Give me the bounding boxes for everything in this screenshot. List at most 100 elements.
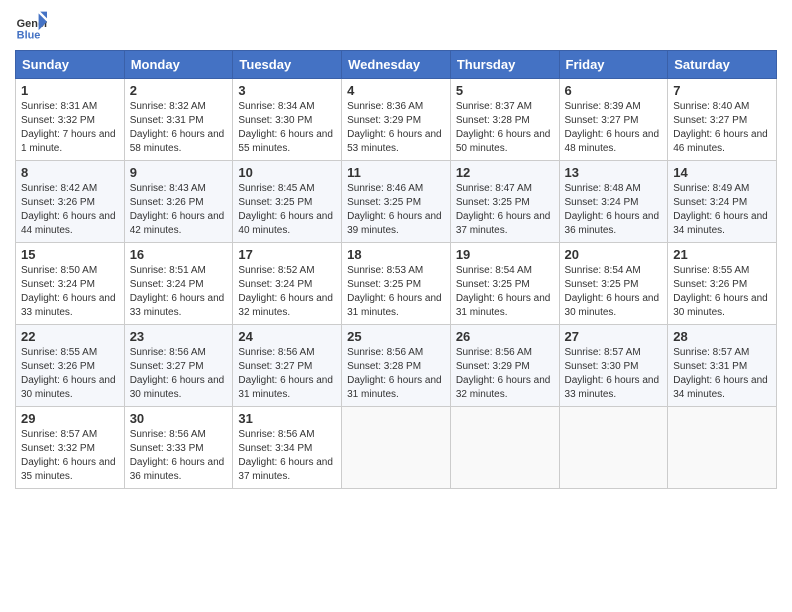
calendar-cell: 10 Sunrise: 8:45 AM Sunset: 3:25 PM Dayl…: [233, 161, 342, 243]
day-number: 13: [565, 165, 663, 180]
calendar-cell: 11 Sunrise: 8:46 AM Sunset: 3:25 PM Dayl…: [342, 161, 451, 243]
day-number: 15: [21, 247, 119, 262]
day-info: Sunrise: 8:56 AM Sunset: 3:28 PM Dayligh…: [347, 346, 445, 402]
day-info: Sunrise: 8:40 AM Sunset: 3:27 PM Dayligh…: [673, 100, 771, 156]
svg-text:Blue: Blue: [17, 30, 41, 42]
sunset-label: Sunset: 3:30 PM: [238, 115, 312, 126]
sunset-label: Sunset: 3:24 PM: [238, 279, 312, 290]
calendar-cell: 19 Sunrise: 8:54 AM Sunset: 3:25 PM Dayl…: [450, 243, 559, 325]
calendar-cell: [450, 407, 559, 489]
daylight-label: Daylight: 6 hours and 37 minutes.: [238, 457, 333, 482]
calendar-cell: 9 Sunrise: 8:43 AM Sunset: 3:26 PM Dayli…: [124, 161, 233, 243]
sunrise-label: Sunrise: 8:53 AM: [347, 265, 423, 276]
daylight-label: Daylight: 6 hours and 30 minutes.: [130, 375, 225, 400]
sunrise-label: Sunrise: 8:45 AM: [238, 183, 314, 194]
day-info: Sunrise: 8:57 AM Sunset: 3:32 PM Dayligh…: [21, 428, 119, 484]
calendar-cell: 1 Sunrise: 8:31 AM Sunset: 3:32 PM Dayli…: [16, 79, 125, 161]
sunset-label: Sunset: 3:30 PM: [565, 361, 639, 372]
sunrise-label: Sunrise: 8:47 AM: [456, 183, 532, 194]
weekday-header-monday: Monday: [124, 51, 233, 79]
sunrise-label: Sunrise: 8:52 AM: [238, 265, 314, 276]
day-info: Sunrise: 8:31 AM Sunset: 3:32 PM Dayligh…: [21, 100, 119, 156]
day-info: Sunrise: 8:52 AM Sunset: 3:24 PM Dayligh…: [238, 264, 336, 320]
sunset-label: Sunset: 3:28 PM: [456, 115, 530, 126]
day-info: Sunrise: 8:46 AM Sunset: 3:25 PM Dayligh…: [347, 182, 445, 238]
day-info: Sunrise: 8:42 AM Sunset: 3:26 PM Dayligh…: [21, 182, 119, 238]
day-number: 31: [238, 411, 336, 426]
sunrise-label: Sunrise: 8:37 AM: [456, 101, 532, 112]
sunrise-label: Sunrise: 8:42 AM: [21, 183, 97, 194]
calendar-cell: 12 Sunrise: 8:47 AM Sunset: 3:25 PM Dayl…: [450, 161, 559, 243]
day-number: 22: [21, 329, 119, 344]
day-info: Sunrise: 8:48 AM Sunset: 3:24 PM Dayligh…: [565, 182, 663, 238]
sunrise-label: Sunrise: 8:32 AM: [130, 101, 206, 112]
sunrise-label: Sunrise: 8:56 AM: [347, 347, 423, 358]
day-info: Sunrise: 8:55 AM Sunset: 3:26 PM Dayligh…: [673, 264, 771, 320]
day-number: 8: [21, 165, 119, 180]
day-number: 2: [130, 83, 228, 98]
daylight-label: Daylight: 6 hours and 31 minutes.: [456, 293, 551, 318]
calendar-cell: 18 Sunrise: 8:53 AM Sunset: 3:25 PM Dayl…: [342, 243, 451, 325]
sunset-label: Sunset: 3:34 PM: [238, 443, 312, 454]
daylight-label: Daylight: 6 hours and 44 minutes.: [21, 211, 116, 236]
weekday-header-saturday: Saturday: [668, 51, 777, 79]
sunset-label: Sunset: 3:26 PM: [673, 279, 747, 290]
daylight-label: Daylight: 6 hours and 33 minutes.: [565, 375, 660, 400]
sunset-label: Sunset: 3:24 PM: [21, 279, 95, 290]
day-number: 6: [565, 83, 663, 98]
sunset-label: Sunset: 3:25 PM: [456, 279, 530, 290]
day-info: Sunrise: 8:50 AM Sunset: 3:24 PM Dayligh…: [21, 264, 119, 320]
day-number: 4: [347, 83, 445, 98]
day-number: 1: [21, 83, 119, 98]
day-info: Sunrise: 8:39 AM Sunset: 3:27 PM Dayligh…: [565, 100, 663, 156]
sunrise-label: Sunrise: 8:56 AM: [238, 347, 314, 358]
sunset-label: Sunset: 3:31 PM: [130, 115, 204, 126]
day-info: Sunrise: 8:54 AM Sunset: 3:25 PM Dayligh…: [565, 264, 663, 320]
sunset-label: Sunset: 3:31 PM: [673, 361, 747, 372]
daylight-label: Daylight: 6 hours and 50 minutes.: [456, 129, 551, 154]
day-number: 23: [130, 329, 228, 344]
day-info: Sunrise: 8:45 AM Sunset: 3:25 PM Dayligh…: [238, 182, 336, 238]
day-number: 11: [347, 165, 445, 180]
daylight-label: Daylight: 6 hours and 30 minutes.: [21, 375, 116, 400]
calendar-cell: 2 Sunrise: 8:32 AM Sunset: 3:31 PM Dayli…: [124, 79, 233, 161]
calendar-cell: 25 Sunrise: 8:56 AM Sunset: 3:28 PM Dayl…: [342, 325, 451, 407]
sunrise-label: Sunrise: 8:34 AM: [238, 101, 314, 112]
weekday-header-tuesday: Tuesday: [233, 51, 342, 79]
calendar-cell: [342, 407, 451, 489]
calendar-cell: 16 Sunrise: 8:51 AM Sunset: 3:24 PM Dayl…: [124, 243, 233, 325]
sunrise-label: Sunrise: 8:57 AM: [673, 347, 749, 358]
daylight-label: Daylight: 7 hours and 1 minute.: [21, 129, 116, 154]
sunset-label: Sunset: 3:26 PM: [21, 361, 95, 372]
calendar-body: 1 Sunrise: 8:31 AM Sunset: 3:32 PM Dayli…: [16, 79, 777, 489]
calendar-week-1: 1 Sunrise: 8:31 AM Sunset: 3:32 PM Dayli…: [16, 79, 777, 161]
calendar-cell: 23 Sunrise: 8:56 AM Sunset: 3:27 PM Dayl…: [124, 325, 233, 407]
day-number: 27: [565, 329, 663, 344]
sunset-label: Sunset: 3:25 PM: [238, 197, 312, 208]
day-number: 21: [673, 247, 771, 262]
day-info: Sunrise: 8:53 AM Sunset: 3:25 PM Dayligh…: [347, 264, 445, 320]
daylight-label: Daylight: 6 hours and 32 minutes.: [238, 293, 333, 318]
daylight-label: Daylight: 6 hours and 33 minutes.: [21, 293, 116, 318]
daylight-label: Daylight: 6 hours and 31 minutes.: [347, 293, 442, 318]
day-info: Sunrise: 8:57 AM Sunset: 3:30 PM Dayligh…: [565, 346, 663, 402]
daylight-label: Daylight: 6 hours and 39 minutes.: [347, 211, 442, 236]
calendar-week-2: 8 Sunrise: 8:42 AM Sunset: 3:26 PM Dayli…: [16, 161, 777, 243]
day-info: Sunrise: 8:56 AM Sunset: 3:27 PM Dayligh…: [130, 346, 228, 402]
calendar-cell: 21 Sunrise: 8:55 AM Sunset: 3:26 PM Dayl…: [668, 243, 777, 325]
sunset-label: Sunset: 3:32 PM: [21, 443, 95, 454]
sunrise-label: Sunrise: 8:48 AM: [565, 183, 641, 194]
sunset-label: Sunset: 3:29 PM: [347, 115, 421, 126]
calendar-cell: 15 Sunrise: 8:50 AM Sunset: 3:24 PM Dayl…: [16, 243, 125, 325]
daylight-label: Daylight: 6 hours and 53 minutes.: [347, 129, 442, 154]
sunrise-label: Sunrise: 8:40 AM: [673, 101, 749, 112]
logo-icon: General Blue: [15, 10, 47, 42]
day-info: Sunrise: 8:47 AM Sunset: 3:25 PM Dayligh…: [456, 182, 554, 238]
calendar-cell: 8 Sunrise: 8:42 AM Sunset: 3:26 PM Dayli…: [16, 161, 125, 243]
sunset-label: Sunset: 3:32 PM: [21, 115, 95, 126]
day-number: 18: [347, 247, 445, 262]
calendar-week-3: 15 Sunrise: 8:50 AM Sunset: 3:24 PM Dayl…: [16, 243, 777, 325]
day-number: 9: [130, 165, 228, 180]
calendar-week-5: 29 Sunrise: 8:57 AM Sunset: 3:32 PM Dayl…: [16, 407, 777, 489]
sunrise-label: Sunrise: 8:54 AM: [456, 265, 532, 276]
